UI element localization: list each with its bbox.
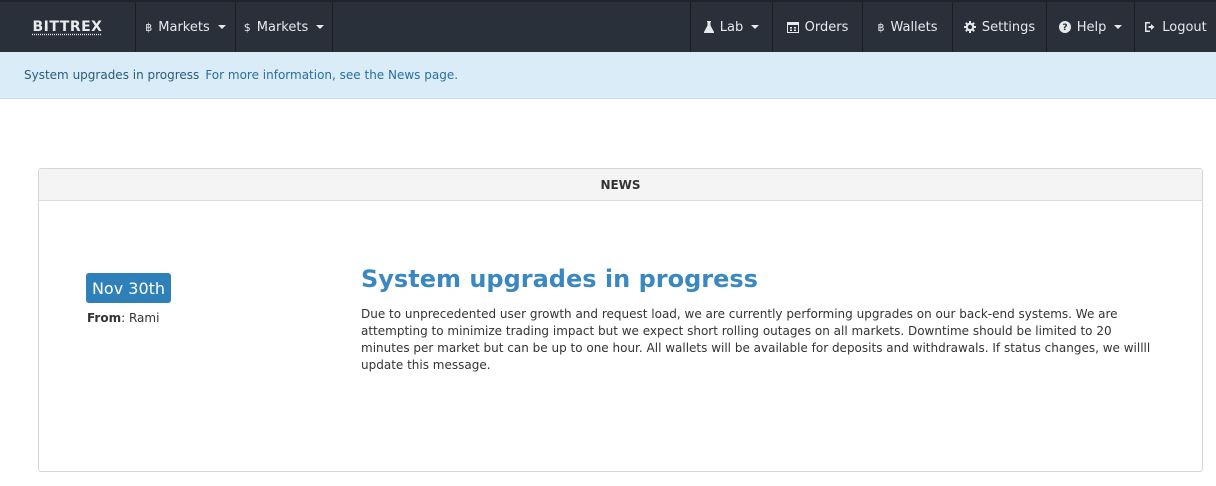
dollar-icon: $ — [243, 20, 251, 34]
nav-label: Wallets — [890, 19, 938, 35]
news-page-link[interactable]: For more information, see the News page. — [205, 68, 458, 82]
news-body: Due to unprecedented user growth and req… — [361, 307, 1151, 372]
author-name: Rami — [128, 311, 160, 325]
nav-orders[interactable]: Orders — [772, 2, 862, 52]
nav-bitcoin-markets[interactable]: ฿ Markets — [135, 2, 235, 52]
from-label: From — [87, 311, 122, 325]
bitcoin-icon: ฿ — [877, 20, 885, 34]
nav-label: Help — [1076, 19, 1107, 35]
question-circle-icon: ? — [1058, 21, 1071, 33]
logout-icon — [1144, 21, 1156, 33]
flask-icon — [703, 21, 714, 33]
alert-title: System upgrades in progress — [24, 68, 200, 82]
nav-label: Orders — [804, 19, 849, 35]
nav-logout[interactable]: Logout — [1134, 2, 1216, 52]
nav-help[interactable]: ? Help — [1046, 2, 1134, 52]
caret-down-icon — [217, 25, 226, 29]
nav-label: Markets — [158, 19, 210, 35]
brand-logo[interactable]: BITTREX — [0, 2, 135, 52]
nav-wallets[interactable]: ฿ Wallets — [862, 2, 952, 52]
news-panel-heading: NEWS — [39, 169, 1202, 201]
top-navbar: BITTREX ฿ Markets $ Markets Lab Orders ฿… — [0, 0, 1216, 52]
gear-icon — [963, 21, 976, 33]
system-alert: System upgrades in progress For more inf… — [0, 52, 1216, 99]
calendar-icon — [786, 21, 799, 33]
nav-label: Markets — [256, 19, 309, 35]
nav-label: Lab — [719, 19, 744, 35]
caret-down-icon — [1114, 25, 1123, 29]
bitcoin-icon: ฿ — [145, 20, 153, 34]
news-title: System upgrades in progress — [361, 265, 758, 293]
news-panel: NEWS Nov 30th From: Rami System upgrades… — [38, 168, 1203, 472]
navbar-spacer — [333, 2, 690, 52]
date-badge: Nov 30th — [86, 273, 171, 303]
svg-text:?: ? — [1062, 23, 1067, 33]
nav-lab[interactable]: Lab — [690, 2, 772, 52]
nav-dollar-markets[interactable]: $ Markets — [235, 2, 333, 52]
caret-down-icon — [316, 25, 325, 29]
nav-settings[interactable]: Settings — [952, 2, 1046, 52]
nav-label: Logout — [1162, 19, 1207, 35]
author-line: From: Rami — [87, 311, 160, 325]
caret-down-icon — [751, 25, 760, 29]
nav-label: Settings — [981, 19, 1036, 35]
